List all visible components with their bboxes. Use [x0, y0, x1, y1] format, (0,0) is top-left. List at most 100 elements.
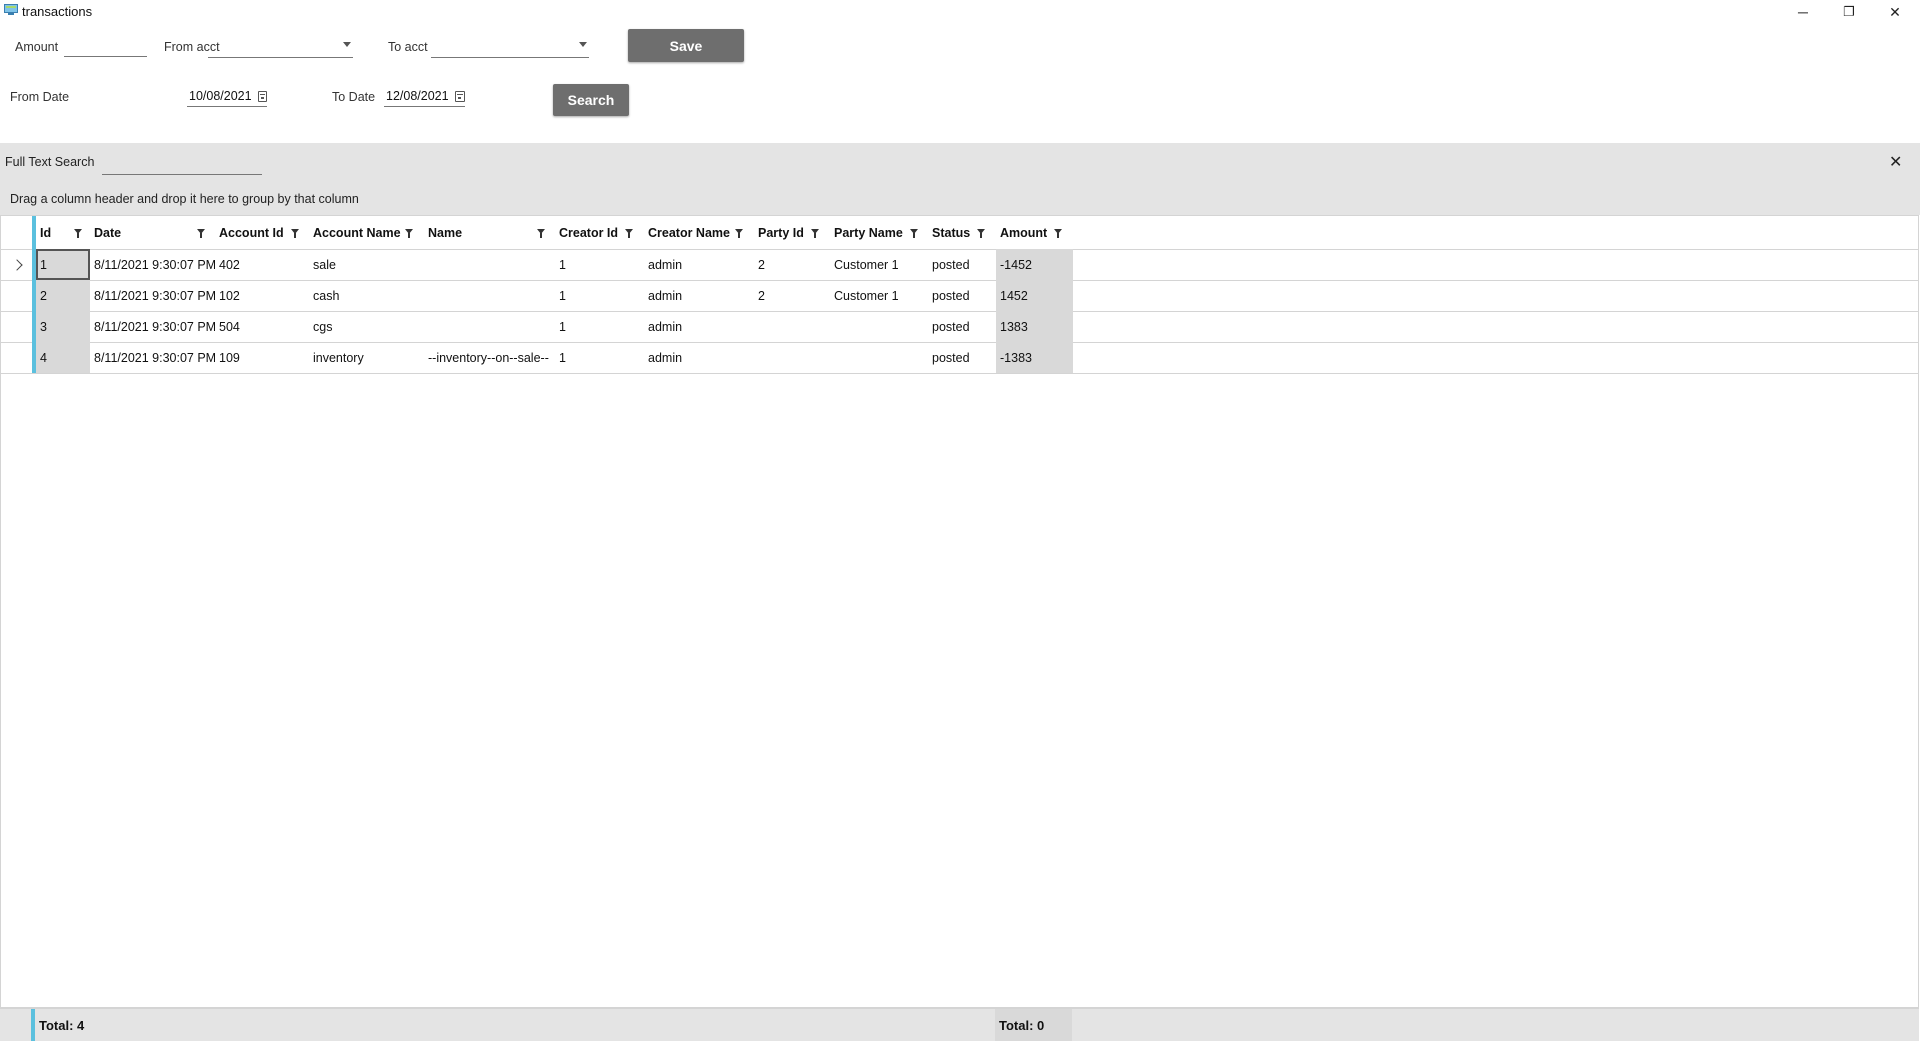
cell-date[interactable]: 8/11/2021 9:30:07 PM: [90, 249, 215, 280]
filter-icon[interactable]: [735, 229, 743, 238]
column-header-label: Date: [94, 225, 122, 240]
cell-account-name[interactable]: cgs: [309, 311, 424, 342]
table-row[interactable]: 4 8/11/2021 9:30:07 PM 109 inventory --i…: [1, 342, 1918, 374]
to-date-picker[interactable]: 12/08/2021: [384, 86, 465, 107]
column-header-party-name[interactable]: Party Name: [830, 216, 928, 249]
filter-icon[interactable]: [910, 229, 918, 238]
cell-creator-id[interactable]: 1: [555, 280, 644, 311]
cell-account-id[interactable]: 402: [215, 249, 309, 280]
filter-icon[interactable]: [405, 229, 413, 238]
cell-party-name[interactable]: [830, 311, 928, 342]
from-acct-combobox[interactable]: [208, 37, 353, 58]
chevron-right-icon: [11, 259, 23, 271]
cell-creator-name[interactable]: admin: [644, 311, 754, 342]
column-header-label: Creator Id: [559, 225, 619, 240]
cell-status[interactable]: posted: [928, 311, 996, 342]
column-header-label: Name: [428, 225, 463, 240]
calendar-icon[interactable]: [454, 90, 465, 102]
minimize-button[interactable]: ─: [1780, 0, 1826, 24]
cell-status[interactable]: posted: [928, 249, 996, 280]
column-header-label: Amount: [1000, 225, 1048, 240]
amount-input[interactable]: [64, 37, 147, 57]
filter-icon[interactable]: [291, 229, 299, 238]
cell-name[interactable]: [424, 280, 555, 311]
cell-account-name[interactable]: inventory: [309, 342, 424, 373]
cell-party-name[interactable]: [830, 342, 928, 373]
calendar-icon[interactable]: [257, 90, 267, 102]
column-header-account-id[interactable]: Account Id: [215, 216, 309, 249]
column-header-label: Party Name: [834, 225, 903, 240]
cell-status[interactable]: posted: [928, 280, 996, 311]
chevron-down-icon: [343, 42, 351, 47]
cell-date[interactable]: 8/11/2021 9:30:07 PM: [90, 311, 215, 342]
cell-party-name[interactable]: Customer 1: [830, 249, 928, 280]
cell-creator-id[interactable]: 1: [555, 342, 644, 373]
column-header-party-id[interactable]: Party Id: [754, 216, 830, 249]
full-text-search-label: Full Text Search: [5, 155, 95, 169]
filter-icon[interactable]: [977, 229, 985, 238]
cell-amount[interactable]: -1452: [996, 249, 1073, 280]
column-header-creator-name[interactable]: Creator Name: [644, 216, 754, 249]
column-header-name[interactable]: Name: [424, 216, 555, 249]
cell-date[interactable]: 8/11/2021 9:30:07 PM: [90, 280, 215, 311]
cell-amount[interactable]: -1383: [996, 342, 1073, 373]
close-button[interactable]: ✕: [1872, 0, 1918, 24]
filter-icon[interactable]: [537, 229, 545, 238]
cell-status[interactable]: posted: [928, 342, 996, 373]
column-header-label: Party Id: [758, 225, 804, 240]
table-row[interactable]: 3 8/11/2021 9:30:07 PM 504 cgs 1 admin p…: [1, 311, 1918, 343]
cell-date[interactable]: 8/11/2021 9:30:07 PM: [90, 342, 215, 373]
filter-icon[interactable]: [811, 229, 819, 238]
from-date-picker[interactable]: 10/08/2021: [187, 86, 267, 107]
table-row[interactable]: 1 8/11/2021 9:30:07 PM 402 sale 1 admin …: [1, 249, 1918, 281]
cell-id[interactable]: 1: [36, 249, 90, 280]
filter-icon[interactable]: [1054, 229, 1062, 238]
cell-id[interactable]: 2: [36, 280, 90, 311]
cell-account-id[interactable]: 102: [215, 280, 309, 311]
cell-creator-name[interactable]: admin: [644, 342, 754, 373]
column-header-label: Id: [40, 225, 52, 240]
save-button[interactable]: Save: [628, 29, 744, 62]
cell-creator-id[interactable]: 1: [555, 311, 644, 342]
cell-account-name[interactable]: cash: [309, 280, 424, 311]
cell-id[interactable]: 4: [36, 342, 90, 373]
cell-name[interactable]: --inventory--on--sale--: [424, 342, 555, 373]
cell-creator-name[interactable]: admin: [644, 249, 754, 280]
filter-icon[interactable]: [197, 229, 205, 238]
cell-account-id[interactable]: 109: [215, 342, 309, 373]
cell-name[interactable]: [424, 249, 555, 280]
to-acct-combobox[interactable]: [431, 37, 589, 58]
filter-icon[interactable]: [74, 229, 82, 238]
cell-id[interactable]: 3: [36, 311, 90, 342]
cell-account-name[interactable]: sale: [309, 249, 424, 280]
column-header-amount[interactable]: Amount: [996, 216, 1073, 249]
column-header-id[interactable]: Id: [36, 216, 90, 249]
column-header-account-name[interactable]: Account Name: [309, 216, 424, 249]
column-header-creator-id[interactable]: Creator Id: [555, 216, 644, 249]
restore-button[interactable]: ❐: [1826, 0, 1872, 24]
table-row[interactable]: 2 8/11/2021 9:30:07 PM 102 cash 1 admin …: [1, 280, 1918, 312]
cell-party-name[interactable]: Customer 1: [830, 280, 928, 311]
cell-account-id[interactable]: 504: [215, 311, 309, 342]
cell-party-id[interactable]: 2: [754, 280, 830, 311]
title-bar: transactions ─ ❐ ✕: [0, 0, 1920, 24]
group-panel-hint: Drag a column header and drop it here to…: [10, 192, 359, 206]
filter-icon[interactable]: [625, 229, 633, 238]
cell-creator-name[interactable]: admin: [644, 280, 754, 311]
column-header-status[interactable]: Status: [928, 216, 996, 249]
column-header-date[interactable]: Date: [90, 216, 215, 249]
cell-party-id[interactable]: [754, 342, 830, 373]
chevron-down-icon: [579, 42, 587, 47]
cell-amount[interactable]: 1452: [996, 280, 1073, 311]
id-total: Total: 4: [39, 1017, 85, 1033]
cell-name[interactable]: [424, 311, 555, 342]
cell-creator-id[interactable]: 1: [555, 249, 644, 280]
close-search-panel-icon[interactable]: ✕: [1889, 152, 1902, 172]
column-header-label: Status: [932, 225, 971, 240]
search-button[interactable]: Search: [553, 84, 629, 116]
cell-party-id[interactable]: 2: [754, 249, 830, 280]
full-text-search-input[interactable]: [102, 155, 262, 175]
cell-party-id[interactable]: [754, 311, 830, 342]
cell-amount[interactable]: 1383: [996, 311, 1073, 342]
app-icon: [4, 4, 18, 15]
